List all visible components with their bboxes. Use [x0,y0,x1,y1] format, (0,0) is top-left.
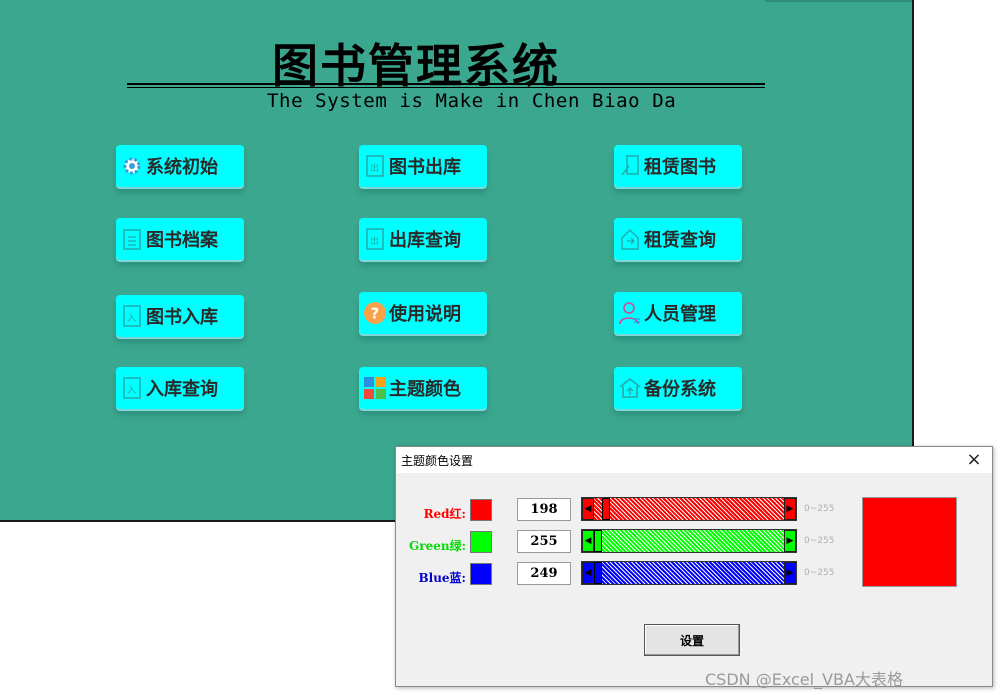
button-label: 图书入库 [146,307,218,328]
system-init-button[interactable]: 系统初始 [116,145,244,187]
red-scroll-left-arrow[interactable]: ◀ [582,498,594,520]
dialog-titlebar: 主题颜色设置 × [396,447,992,473]
button-label: 租赁查询 [644,230,716,251]
instructions-button[interactable]: ? 使用说明 [359,292,487,334]
green-scroll-left-arrow[interactable]: ◀ [582,530,594,552]
question-icon: ? [363,301,387,325]
red-scrollbar[interactable]: ◀ ▶ [581,497,797,521]
red-range-label: 0~255 [804,504,835,514]
theme-color-dialog: 主题颜色设置 × Red红: 198 ◀ ▶ 0~255 Green绿: 255 … [395,446,993,687]
in-query-icon: 入 [120,376,144,400]
svg-text:出: 出 [370,162,379,174]
book-archive-button[interactable]: 图书档案 [116,218,244,260]
lease-book-icon [618,154,642,178]
main-window: 图书管理系统 The System is Make in Chen Biao D… [0,0,914,522]
theme-color-button[interactable]: 主题颜色 [359,367,487,409]
green-scroll-thumb[interactable] [594,530,602,552]
blue-scroll-right-arrow[interactable]: ▶ [784,562,796,584]
green-scroll-right-arrow[interactable]: ▶ [784,530,796,552]
window-edge [765,0,912,2]
green-swatch [470,531,492,553]
blue-value-input[interactable]: 249 [517,562,571,585]
dialog-title: 主题颜色设置 [401,454,474,468]
button-label: 图书档案 [146,230,218,251]
button-label: 租赁图书 [644,157,716,178]
button-label: 入库查询 [146,379,218,400]
blue-swatch [470,563,492,585]
red-scroll-right-arrow[interactable]: ▶ [784,498,796,520]
red-label: Red红: [423,507,466,521]
red-value-input[interactable]: 198 [517,498,571,521]
gear-icon [120,154,144,178]
book-in-icon: 入 [120,304,144,328]
green-range-label: 0~255 [804,536,835,546]
button-label: 出库查询 [389,230,461,251]
book-out-icon: 出 [363,154,387,178]
book-out-button[interactable]: 出 图书出库 [359,145,487,187]
red-scroll-thumb[interactable] [602,498,610,520]
green-value-input[interactable]: 255 [517,530,571,553]
clipboard-icon [120,227,144,251]
green-scrollbar[interactable]: ◀ ▶ [581,529,797,553]
svg-text:入: 入 [127,385,136,396]
color-preview [862,497,957,587]
app-subtitle: The System is Make in Chen Biao Da [267,90,677,112]
user-management-button[interactable]: 人员管理 [614,292,742,334]
color-grid-icon [363,376,387,400]
lease-book-button[interactable]: 租赁图书 [614,145,742,187]
title-rule [127,83,765,85]
lease-query-icon [618,227,642,251]
button-label: 主题颜色 [389,379,461,400]
blue-label: Blue蓝: [418,571,467,585]
backup-system-button[interactable]: 备份系统 [614,367,742,409]
red-swatch [470,499,492,521]
blue-scroll-left-arrow[interactable]: ◀ [582,562,594,584]
svg-text:?: ? [371,305,380,323]
out-query-button[interactable]: 出 出库查询 [359,218,487,260]
button-label: 图书出库 [389,157,461,178]
green-label: Green绿: [409,539,466,553]
set-button[interactable]: 设置 [644,624,740,656]
svg-text:入: 入 [127,313,136,324]
blue-scrollbar[interactable]: ◀ ▶ [581,561,797,585]
home-backup-icon [618,376,642,400]
lease-query-button[interactable]: 租赁查询 [614,218,742,260]
button-label: 备份系统 [644,379,716,400]
blue-range-label: 0~255 [804,568,835,578]
out-query-icon: 出 [363,227,387,251]
watermark: CSDN @Excel_VBA大表格 [705,670,903,689]
button-label: 人员管理 [644,304,716,325]
button-label: 系统初始 [146,157,218,178]
blue-scroll-thumb[interactable] [594,562,602,584]
close-icon[interactable]: × [964,449,984,470]
book-in-button[interactable]: 入 图书入库 [116,295,244,337]
title-rule-thin [127,87,765,88]
user-icon [618,301,642,325]
svg-text:出: 出 [370,235,379,247]
button-label: 使用说明 [389,304,461,325]
in-query-button[interactable]: 入 入库查询 [116,367,244,409]
